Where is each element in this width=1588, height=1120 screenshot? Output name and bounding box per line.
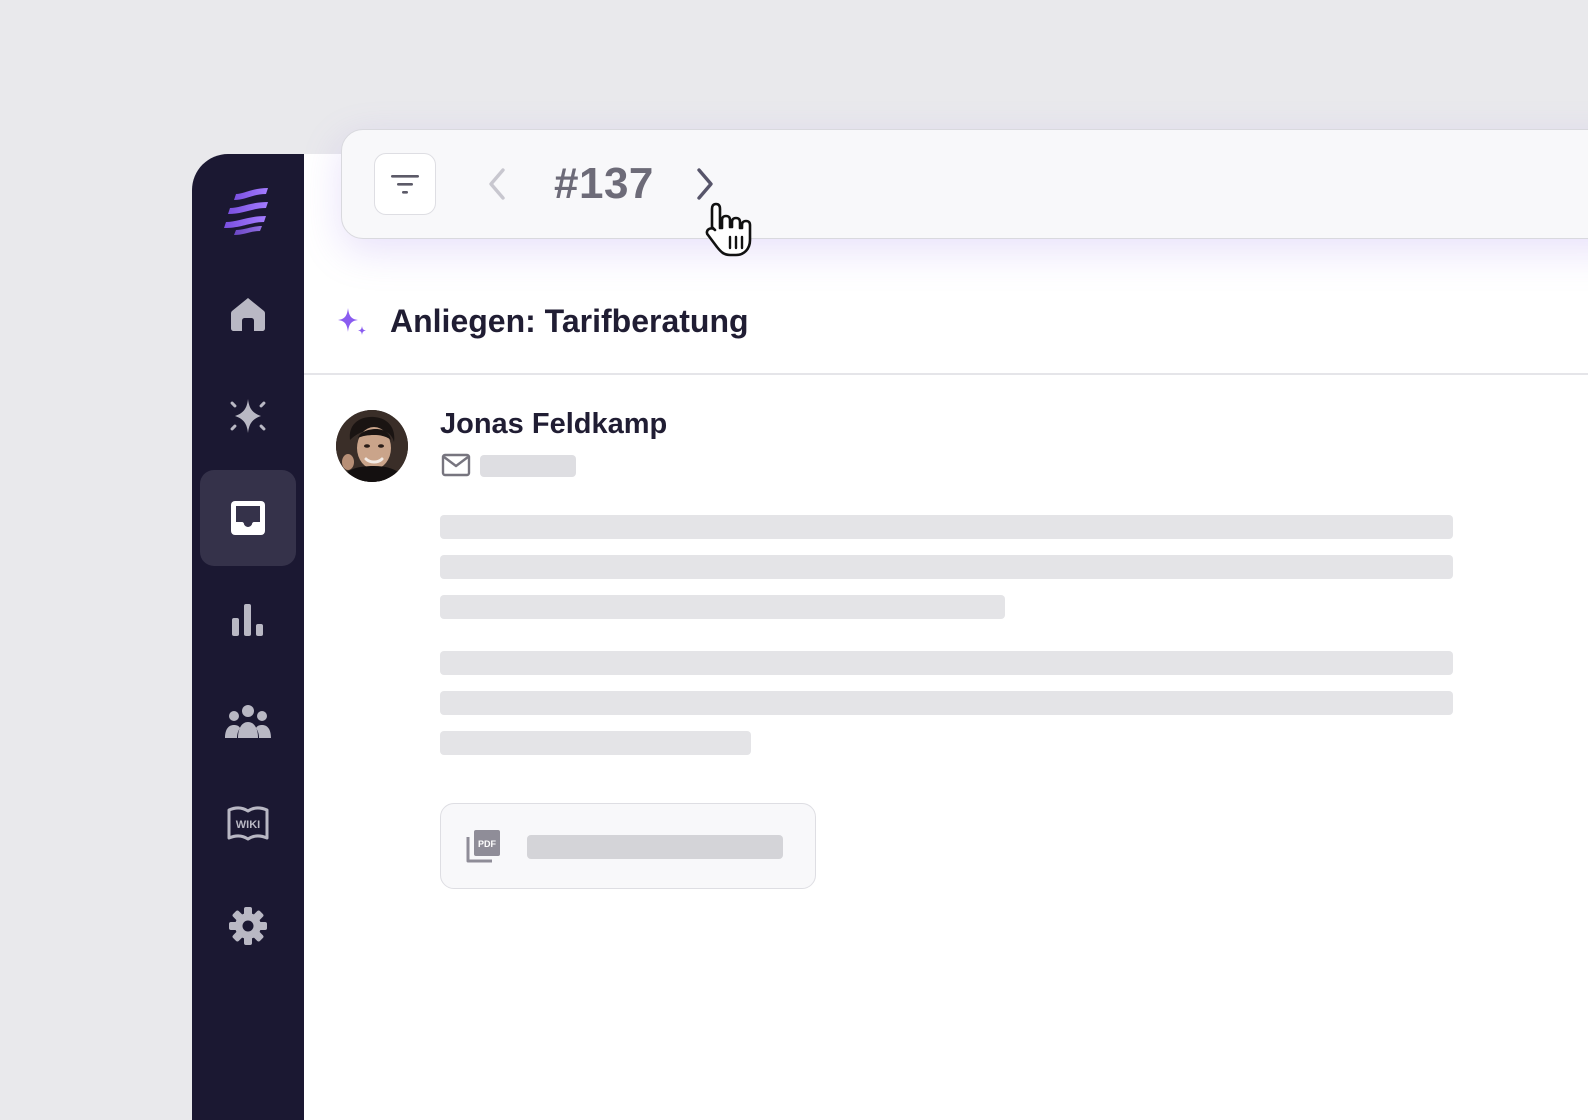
sidebar-item-home[interactable] xyxy=(200,266,296,362)
chevron-left-icon xyxy=(489,168,505,200)
logo-icon xyxy=(224,188,268,235)
sender-avatar xyxy=(336,410,408,482)
ticket-number: #137 xyxy=(554,159,654,208)
brand-logo[interactable] xyxy=(222,184,274,236)
sidebar-item-analytics[interactable] xyxy=(200,572,296,668)
bar-chart-icon xyxy=(232,604,263,636)
filter-icon xyxy=(391,175,419,194)
avatar-photo xyxy=(336,410,408,482)
wiki-icon: WIKI xyxy=(227,806,269,841)
sidebar-item-ai[interactable] xyxy=(200,368,296,464)
message-line-placeholder xyxy=(440,595,1005,619)
sidebar-item-wiki[interactable]: WIKI xyxy=(200,776,296,872)
message-line-placeholder xyxy=(440,555,1453,579)
message-line-placeholder xyxy=(440,731,751,755)
home-icon xyxy=(231,298,265,331)
chevron-right-icon xyxy=(697,168,713,200)
sender-name: Jonas Feldkamp xyxy=(440,408,668,440)
wiki-icon-label: WIKI xyxy=(236,819,260,831)
pdf-icon: PDF xyxy=(466,830,500,863)
message-line-placeholder xyxy=(440,691,1453,715)
gear-icon xyxy=(229,907,267,945)
hand-pointer-cursor-icon xyxy=(704,200,760,263)
next-ticket-button[interactable] xyxy=(690,164,720,204)
sidebar: WIKI xyxy=(192,154,304,1120)
sidebar-item-inbox[interactable] xyxy=(200,470,296,566)
ai-sparkle-icon xyxy=(338,308,366,335)
sidebar-item-settings[interactable] xyxy=(200,878,296,974)
mail-icon xyxy=(441,453,471,482)
message-line-placeholder xyxy=(440,515,1453,539)
sidebar-item-team[interactable] xyxy=(200,674,296,770)
ticket-navigation-bar: #137 xyxy=(341,129,1588,257)
ticket-title: Anliegen: Tarifberatung xyxy=(390,302,749,339)
sender-email-placeholder xyxy=(480,455,576,477)
ticket-title-row: Anliegen: Tarifberatung xyxy=(336,298,749,344)
message-line-placeholder xyxy=(440,651,1453,675)
filter-button[interactable] xyxy=(374,153,436,215)
svg-text:PDF: PDF xyxy=(478,839,497,849)
inbox-icon xyxy=(231,501,265,535)
attachment-name-placeholder xyxy=(527,835,783,859)
pdf-attachment[interactable]: PDF xyxy=(440,803,816,889)
header-divider xyxy=(304,373,1588,375)
previous-ticket-button[interactable] xyxy=(482,164,512,204)
sparkle-icon xyxy=(230,399,266,433)
users-icon xyxy=(225,705,271,738)
